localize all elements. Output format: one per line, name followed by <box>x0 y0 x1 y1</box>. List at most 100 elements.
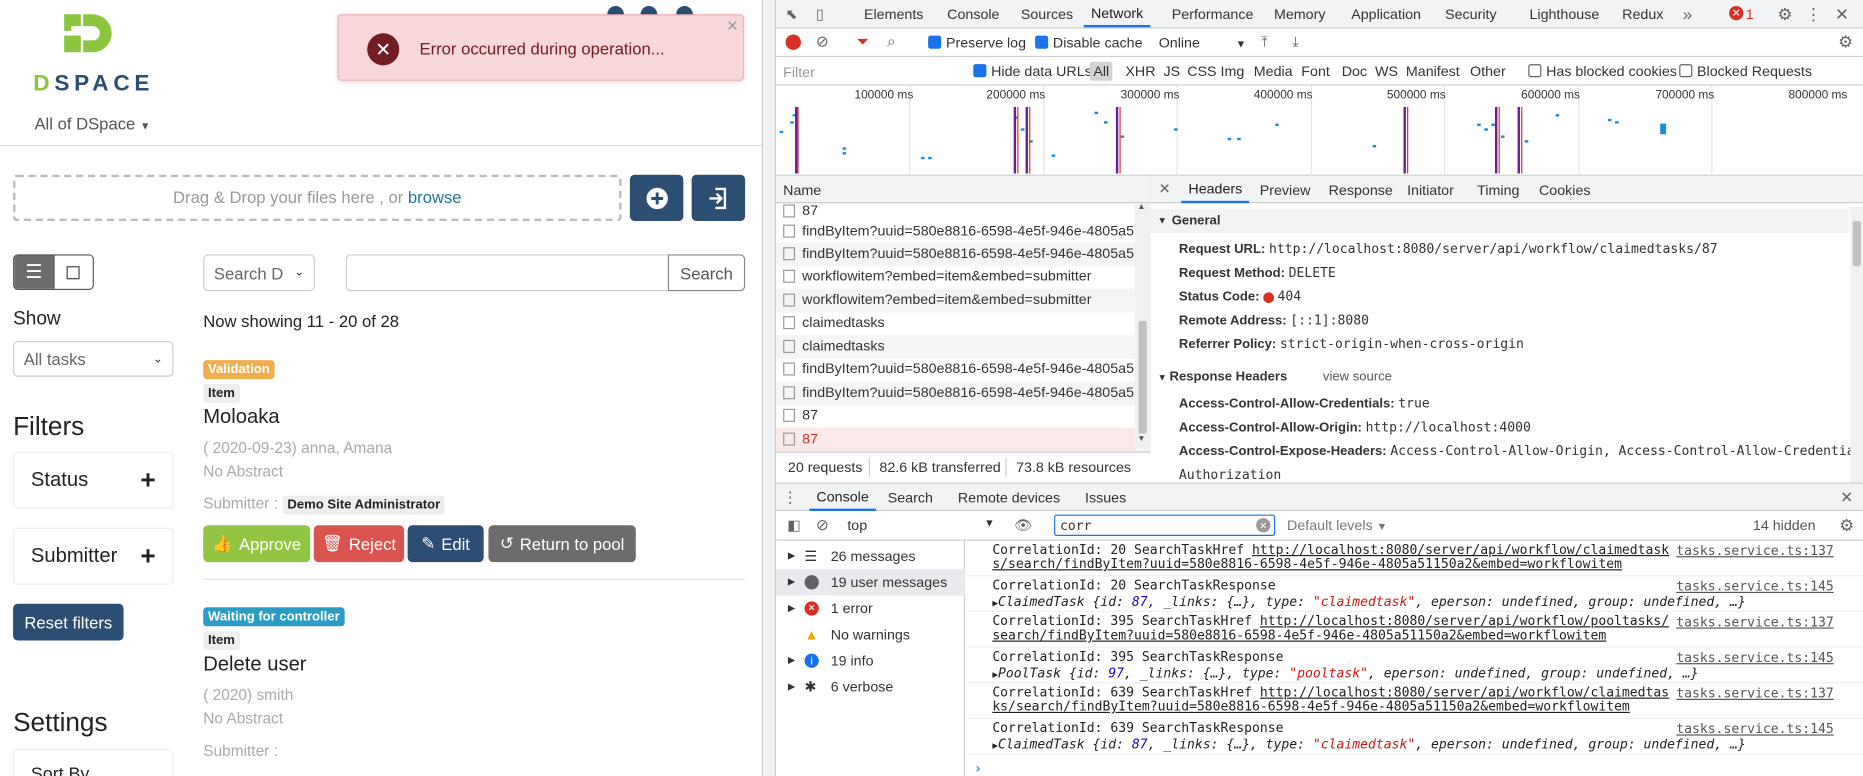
file-dropzone[interactable]: Drag & Drop your files here , or browse <box>13 174 622 222</box>
detail-tab-response[interactable]: Response <box>1329 176 1393 203</box>
request-row[interactable]: findByItem?uuid=580e8816-6598-4e5f-946e-… <box>776 381 1135 405</box>
sidebar-toggle-icon[interactable]: ◧ <box>786 517 803 534</box>
filter-type-img[interactable]: Img <box>1220 63 1244 80</box>
close-drawer-icon[interactable]: ✕ <box>1840 488 1854 507</box>
console-settings-icon[interactable]: ⚙ <box>1838 515 1855 535</box>
tab-performance[interactable]: Performance <box>1172 0 1254 27</box>
error-count[interactable]: 1 <box>1746 6 1754 23</box>
add-new-button[interactable] <box>629 174 684 222</box>
context-select[interactable]: top ▼ <box>847 517 994 534</box>
request-row[interactable]: workflowitem?embed=item&embed=submitter <box>776 265 1135 288</box>
message-source-link[interactable]: tasks.service.ts:137 <box>1676 543 1833 558</box>
view-source-link[interactable]: view source <box>1323 370 1392 384</box>
detail-tab-timing[interactable]: Timing <box>1477 176 1519 203</box>
filter-type-all[interactable]: All <box>1089 61 1113 81</box>
live-expression-eye-icon[interactable]: 👁 <box>1014 517 1033 534</box>
request-row-selected[interactable]: 87 <box>776 427 1135 451</box>
tab-security[interactable]: Security <box>1445 0 1497 27</box>
detail-tab-cookies[interactable]: Cookies <box>1539 176 1591 203</box>
import-har-icon[interactable]: ⤒ <box>1256 33 1273 50</box>
grid-view-button[interactable] <box>53 255 93 289</box>
filter-type-media[interactable]: Media <box>1254 63 1293 80</box>
blocked-requests-checkbox[interactable]: Blocked Requests <box>1679 63 1812 80</box>
has-blocked-cookies-checkbox[interactable]: Has blocked cookies <box>1528 63 1677 80</box>
facet-status[interactable]: Status + <box>13 451 174 509</box>
reject-button[interactable]: 🗑 Reject <box>313 525 405 563</box>
clear-icon[interactable]: ⊘ <box>814 32 831 50</box>
toast-close-button[interactable]: × <box>727 17 738 38</box>
dspace-logo[interactable]: DSPACE <box>33 12 149 96</box>
more-tabs-icon[interactable]: » <box>1679 4 1696 25</box>
clear-console-icon[interactable]: ⊘ <box>814 516 831 534</box>
close-devtools-icon[interactable]: ✕ <box>1834 4 1851 25</box>
drawer-tab-issues[interactable]: Issues <box>1085 484 1126 511</box>
tab-sources[interactable]: Sources <box>1021 0 1073 27</box>
search-input[interactable] <box>345 254 670 292</box>
item-title[interactable]: Moloaka <box>203 405 279 429</box>
scroll-down-icon[interactable]: ▼ <box>1137 435 1145 443</box>
message-source-link[interactable]: tasks.service.ts:137 <box>1676 686 1833 701</box>
close-details-icon[interactable]: ✕ <box>1158 181 1172 198</box>
list-view-button[interactable]: ☰ <box>14 255 54 289</box>
reset-filters-button[interactable]: Reset filters <box>13 603 124 641</box>
record-icon[interactable] <box>785 34 801 50</box>
request-row[interactable]: 87 <box>776 404 1135 427</box>
sidebar-item-user-messages[interactable]: ▶ 19 user messages <box>776 569 965 596</box>
tab-elements[interactable]: Elements <box>864 0 923 27</box>
sidebar-item-verbose[interactable]: ▶ ✱ 6 verbose <box>776 674 965 700</box>
message-object[interactable]: ▶PoolTask {id: 97, _links: {…}, type: "p… <box>992 666 1698 681</box>
search-scope-select[interactable]: Search D ⌄ <box>203 254 315 292</box>
tab-memory[interactable]: Memory <box>1274 0 1326 27</box>
tab-lighthouse[interactable]: Lighthouse <box>1529 0 1599 27</box>
search-icon[interactable]: ⌕ <box>883 32 900 50</box>
drawer-menu-icon[interactable]: ⋮ <box>783 488 798 507</box>
log-levels-select[interactable]: Default levels ▼ <box>1287 517 1387 534</box>
details-scroll-thumb[interactable] <box>1852 221 1862 267</box>
device-toolbar-icon[interactable]: ▯ <box>809 4 830 25</box>
search-button[interactable]: Search <box>667 254 746 292</box>
inspect-element-icon[interactable]: ⬉ <box>781 4 802 25</box>
message-object[interactable]: ▶ClaimedTask {id: 87, _links: {…}, type:… <box>992 737 1745 752</box>
scroll-up-icon[interactable]: ▲ <box>1137 203 1145 211</box>
preserve-log-checkbox[interactable]: Preserve log <box>928 34 1026 51</box>
message-source-link[interactable]: tasks.service.ts:145 <box>1676 579 1833 594</box>
message-source-link[interactable]: tasks.service.ts:137 <box>1676 614 1833 629</box>
detail-tab-headers[interactable]: Headers <box>1181 176 1250 204</box>
throttle-select[interactable]: Online ▼ <box>1159 34 1246 51</box>
browse-link[interactable]: browse <box>408 188 462 207</box>
show-tasks-select[interactable]: All tasks ⌄ <box>13 341 174 377</box>
detail-tab-initiator[interactable]: Initiator <box>1407 176 1454 203</box>
import-button[interactable] <box>691 174 746 222</box>
drawer-tab-console[interactable]: Console <box>809 484 876 512</box>
filter-type-other[interactable]: Other <box>1470 63 1506 80</box>
console-filter-input[interactable]: corr <box>1054 514 1276 536</box>
sort-by-panel[interactable]: Sort By <box>13 748 174 776</box>
devtools-splitter[interactable] <box>761 0 777 776</box>
sidebar-item-warnings[interactable]: ▲ No warnings <box>776 622 965 648</box>
message-object[interactable]: ▶ClaimedTask {id: 87, _links: {…}, type:… <box>992 594 1745 609</box>
filter-type-css[interactable]: CSS <box>1187 63 1216 80</box>
tab-console[interactable]: Console <box>947 0 999 27</box>
drawer-tab-search[interactable]: Search <box>888 484 933 511</box>
network-settings-icon[interactable]: ⚙ <box>1837 31 1854 50</box>
tab-network[interactable]: Network <box>1083 0 1151 28</box>
export-har-icon[interactable]: ⤓ <box>1287 33 1304 50</box>
hide-data-urls-checkbox[interactable]: Hide data URLs <box>973 63 1092 80</box>
detail-tab-preview[interactable]: Preview <box>1260 176 1311 203</box>
request-row[interactable]: findByItem?uuid=580e8816-6598-4e5f-946e-… <box>776 242 1135 266</box>
sidebar-item-info[interactable]: ▶ i 19 info <box>776 648 965 674</box>
general-section-header[interactable]: ▼ General <box>1150 209 1850 233</box>
community-selector[interactable]: All of DSpace ▼ <box>34 114 150 133</box>
filter-funnel-icon[interactable]: ⏷ <box>854 32 871 50</box>
message-source-link[interactable]: tasks.service.ts:145 <box>1676 721 1833 736</box>
request-list-scroll-thumb[interactable] <box>1138 320 1147 434</box>
filter-type-js[interactable]: JS <box>1163 63 1180 80</box>
sidebar-item-messages[interactable]: ▶ ☰ 26 messages <box>776 543 965 569</box>
filter-type-font[interactable]: Font <box>1301 63 1330 80</box>
filter-input[interactable]: Filter <box>783 64 959 81</box>
kebab-menu-icon[interactable]: ⋮ <box>1805 4 1822 25</box>
return-to-pool-button[interactable]: ↺ Return to pool <box>488 525 636 563</box>
request-row[interactable]: claimedtasks <box>776 335 1135 359</box>
request-row[interactable]: findByItem?uuid=580e8816-6598-4e5f-946e-… <box>776 358 1135 381</box>
filter-type-xhr[interactable]: XHR <box>1125 63 1155 80</box>
